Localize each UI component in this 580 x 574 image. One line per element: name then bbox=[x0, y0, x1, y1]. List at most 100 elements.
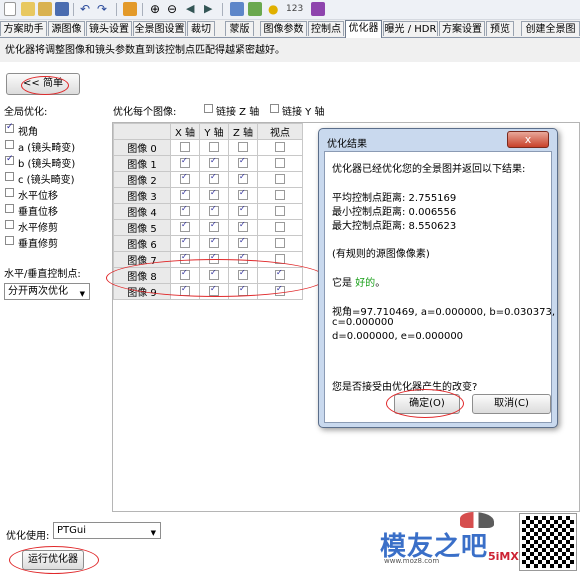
checkbox-box[interactable] bbox=[5, 188, 14, 197]
open-folder-icon[interactable] bbox=[21, 2, 35, 16]
lightbulb-icon[interactable]: ● bbox=[268, 2, 282, 16]
z-checkbox[interactable] bbox=[238, 156, 248, 168]
control-points-icon[interactable] bbox=[123, 2, 137, 16]
table-row: 图像 0 bbox=[113, 139, 303, 156]
save-icon[interactable] bbox=[55, 2, 69, 16]
x-checkbox[interactable] bbox=[180, 284, 190, 296]
viewpoint-checkbox[interactable] bbox=[275, 190, 285, 200]
z-checkbox[interactable] bbox=[238, 284, 248, 296]
z-checkbox[interactable] bbox=[238, 252, 248, 264]
optimizer-engine-select[interactable]: PTGui ▼ bbox=[53, 522, 161, 539]
checkbox-box[interactable] bbox=[5, 122, 14, 133]
y-checkbox[interactable] bbox=[209, 252, 219, 264]
y-checkbox[interactable] bbox=[209, 236, 219, 248]
table-row: 图像 2 bbox=[113, 171, 303, 188]
viewpoint-checkbox[interactable] bbox=[275, 222, 285, 232]
image-optimization-grid: X 轴 Y 轴 Z 轴 视点 图像 0 图像 1 图像 2 图像 3 图像 4 … bbox=[113, 123, 303, 300]
viewpoint-checkbox[interactable] bbox=[275, 158, 285, 168]
tab-create-panorama[interactable]: 创建全景图 bbox=[521, 21, 580, 36]
z-checkbox[interactable] bbox=[238, 236, 248, 248]
viewpoint-checkbox[interactable] bbox=[275, 174, 285, 184]
redo-icon[interactable]: ↷ bbox=[97, 2, 111, 16]
table-icon[interactable] bbox=[248, 2, 262, 16]
checkbox-label: b (镜头畸变) bbox=[18, 159, 76, 170]
panorama-editor-icon[interactable] bbox=[230, 2, 244, 16]
link-y-axis-checkbox[interactable] bbox=[270, 104, 279, 113]
checkbox-box[interactable] bbox=[5, 220, 14, 229]
tab-control-points[interactable]: 控制点 bbox=[308, 21, 344, 36]
tab-project-settings[interactable]: 方案设置 bbox=[439, 21, 485, 36]
toolbar-divider bbox=[73, 3, 74, 16]
checkbox-box[interactable] bbox=[5, 140, 14, 149]
y-checkbox[interactable] bbox=[209, 220, 219, 232]
tab-image-parameters[interactable]: 图像参数 bbox=[260, 21, 307, 36]
z-checkbox[interactable] bbox=[238, 188, 248, 200]
link-z-axis-checkbox[interactable] bbox=[204, 104, 213, 113]
tab-lens-settings[interactable]: 镜头设置 bbox=[86, 21, 132, 36]
z-checkbox[interactable] bbox=[238, 220, 248, 232]
z-checkbox[interactable] bbox=[238, 204, 248, 216]
tab-exposure-hdr[interactable]: 曝光 / HDR bbox=[383, 21, 438, 36]
zoom-out-icon[interactable]: ⊖ bbox=[167, 2, 181, 16]
numbers-icon-label[interactable]: 123 bbox=[286, 4, 303, 14]
x-checkbox[interactable] bbox=[180, 142, 190, 152]
y-checkbox[interactable] bbox=[209, 204, 219, 216]
x-checkbox[interactable] bbox=[180, 252, 190, 264]
x-checkbox[interactable] bbox=[180, 172, 190, 184]
tab-optimizer[interactable]: 优化器 bbox=[345, 20, 382, 38]
chevron-down-icon: ▼ bbox=[150, 529, 156, 537]
cancel-button[interactable]: 取消(C) bbox=[472, 394, 551, 414]
x-checkbox[interactable] bbox=[180, 220, 190, 232]
x-checkbox[interactable] bbox=[180, 204, 190, 216]
x-checkbox[interactable] bbox=[180, 156, 190, 168]
checkbox-box[interactable] bbox=[5, 236, 14, 245]
ok-button[interactable]: 确定(O) bbox=[394, 394, 460, 414]
table-row: 图像 9 bbox=[113, 283, 303, 300]
viewpoint-checkbox[interactable] bbox=[275, 206, 285, 216]
tab-project-assistant[interactable]: 方案助手 bbox=[0, 21, 47, 36]
x-checkbox[interactable] bbox=[180, 236, 190, 248]
checkbox-box[interactable] bbox=[5, 204, 14, 213]
tab-panorama-settings[interactable]: 全景图设置 bbox=[133, 21, 186, 36]
undo-icon[interactable]: ↶ bbox=[80, 2, 94, 16]
y-checkbox[interactable] bbox=[209, 156, 219, 168]
y-checkbox[interactable] bbox=[209, 284, 219, 296]
watermark-brand: 5iMX bbox=[488, 550, 519, 563]
chevron-down-icon: ▼ bbox=[79, 290, 85, 298]
back-icon[interactable]: ◀ bbox=[186, 2, 200, 16]
y-checkbox[interactable] bbox=[209, 188, 219, 200]
row-header: 图像 8 bbox=[113, 267, 171, 284]
x-checkbox[interactable] bbox=[180, 188, 190, 200]
tab-crop[interactable]: 裁切 bbox=[187, 21, 215, 36]
y-checkbox[interactable] bbox=[209, 172, 219, 184]
viewpoint-checkbox[interactable] bbox=[275, 254, 285, 264]
tab-source-images[interactable]: 源图像 bbox=[48, 21, 85, 36]
y-checkbox[interactable] bbox=[209, 142, 219, 152]
viewpoint-checkbox[interactable] bbox=[275, 238, 285, 248]
help-book-icon[interactable] bbox=[311, 2, 325, 16]
z-checkbox[interactable] bbox=[238, 172, 248, 184]
tab-preview[interactable]: 预览 bbox=[486, 21, 514, 36]
simple-mode-button[interactable]: << 简单 bbox=[6, 73, 80, 95]
link-z-axis-label: 链接 Z 轴 bbox=[216, 107, 260, 118]
y-checkbox[interactable] bbox=[209, 268, 219, 280]
z-checkbox[interactable] bbox=[238, 142, 248, 152]
tab-mask[interactable]: 蒙版 bbox=[225, 21, 254, 36]
viewpoint-checkbox[interactable] bbox=[275, 268, 285, 280]
run-optimizer-button[interactable]: 运行优化器 bbox=[22, 550, 84, 570]
x-checkbox[interactable] bbox=[180, 268, 190, 280]
checkbox-box[interactable] bbox=[5, 172, 14, 181]
row-header: 图像 5 bbox=[113, 219, 171, 236]
viewpoint-checkbox[interactable] bbox=[275, 284, 285, 296]
new-file-icon[interactable] bbox=[4, 2, 16, 16]
toolbar-divider bbox=[142, 3, 143, 16]
checkbox-box[interactable] bbox=[5, 154, 14, 165]
open-recent-icon[interactable] bbox=[38, 2, 52, 16]
control-points-mode-select[interactable]: 分开两次优化 ▼ bbox=[4, 283, 90, 300]
z-checkbox[interactable] bbox=[238, 268, 248, 280]
forward-icon[interactable]: ▶ bbox=[204, 2, 218, 16]
parameters-line-2: c=0.000000 bbox=[332, 317, 394, 328]
close-icon[interactable]: x bbox=[507, 131, 549, 148]
zoom-in-icon[interactable]: ⊕ bbox=[150, 2, 164, 16]
viewpoint-checkbox[interactable] bbox=[275, 142, 285, 152]
